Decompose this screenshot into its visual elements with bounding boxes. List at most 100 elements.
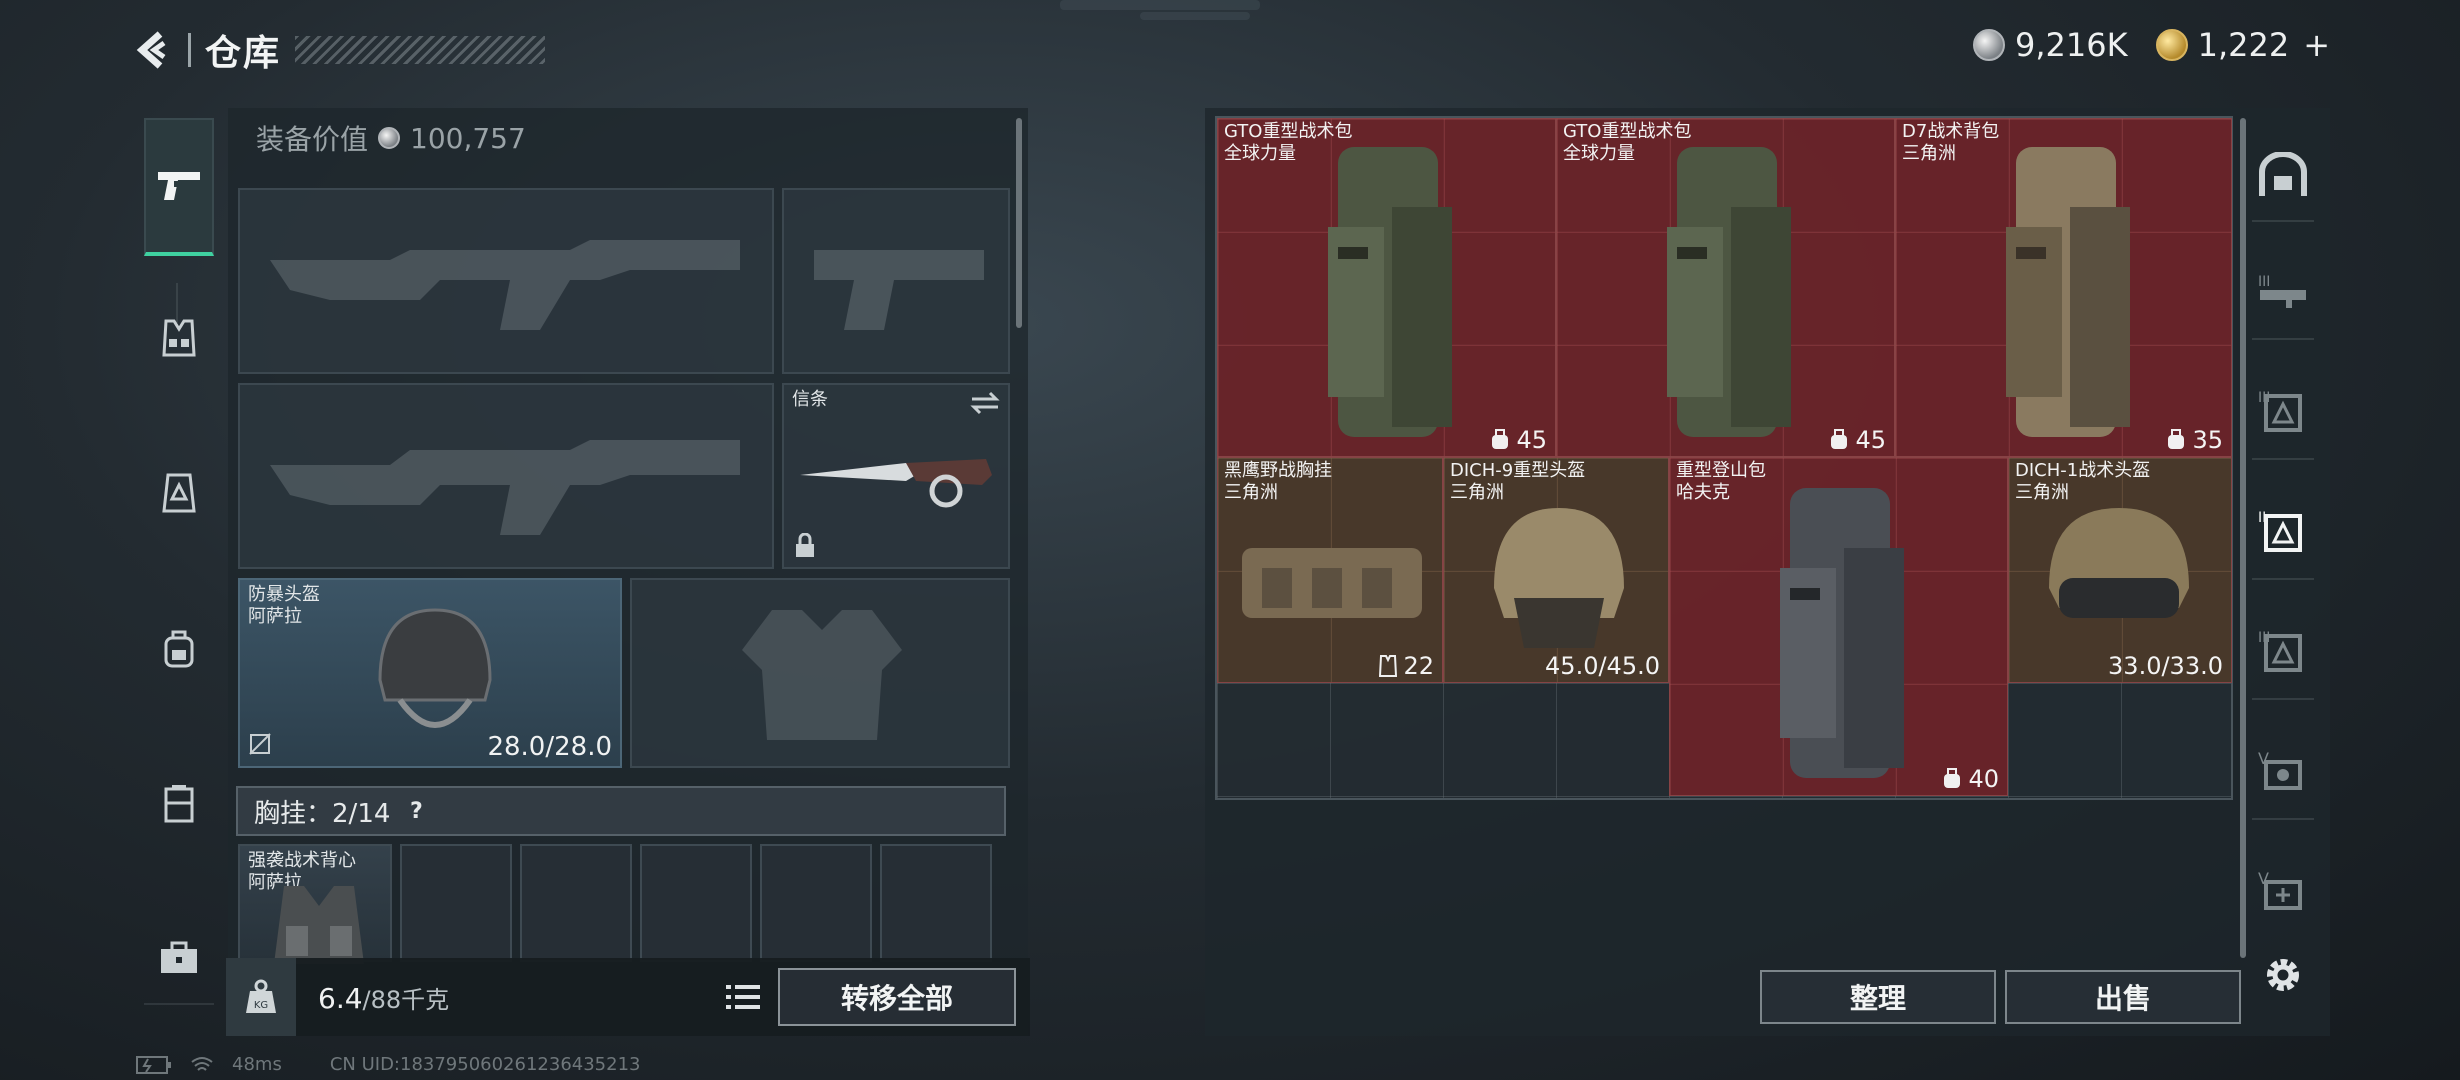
item-capacity: 45 xyxy=(1829,426,1886,454)
rifle-silhouette-icon xyxy=(270,240,740,330)
melee-slot-label: 信条 xyxy=(792,389,828,410)
sidearm-slot[interactable] xyxy=(782,188,1010,374)
item-name: 黑鹰野战胸挂 xyxy=(1224,460,1332,481)
riot-helmet-icon xyxy=(378,608,492,728)
armor-storage-icon: II xyxy=(2258,510,2302,552)
category-armor[interactable] xyxy=(144,453,214,533)
gold-coin-icon xyxy=(2155,29,2188,61)
capacity-icon xyxy=(1492,429,1509,449)
storage-grid[interactable]: GTO重型战术包 全球力量 45 GTO重型战术包 全球力量 45 D7战术背包 三角… xyxy=(1215,116,2233,800)
storage-tab-1[interactable]: III xyxy=(2250,255,2316,325)
item-brand: 三角洲 xyxy=(1450,482,1504,503)
item-durability: 45.0/45.0 xyxy=(1545,652,1660,680)
rig-pocket-slot[interactable] xyxy=(520,844,632,962)
armor-storage-icon: III xyxy=(2258,390,2302,432)
vest-capacity-icon xyxy=(1379,655,1398,677)
storage-item[interactable]: GTO重型战术包 全球力量 45 xyxy=(1556,118,1895,457)
item-name: DICH-1战术头盔 xyxy=(2015,460,2151,481)
rig-pocket-slot[interactable] xyxy=(760,844,872,962)
storage-tab-5[interactable]: V xyxy=(2250,735,2316,805)
storage-tab-6[interactable]: V xyxy=(2250,855,2316,925)
ceiling-light xyxy=(1140,12,1250,20)
rig-pocket-slot[interactable] xyxy=(640,844,752,962)
backpack-icon xyxy=(164,630,194,668)
equipment-value-label: 装备价值 xyxy=(256,123,369,156)
combat-knife-icon xyxy=(800,459,992,508)
silver-coin-icon xyxy=(1972,29,2005,61)
storage-tab-home[interactable] xyxy=(2250,140,2316,210)
chest-rig-name: 强袭战术背心 xyxy=(248,850,356,871)
carry-weight: 6.4/88千克 xyxy=(318,980,449,1015)
category-weapons[interactable] xyxy=(144,118,214,256)
rig-pocket-slot[interactable] xyxy=(880,844,992,962)
item-capacity: 45 xyxy=(1490,426,1547,454)
storage-item[interactable]: 黑鹰野战胸挂 三角洲 22 xyxy=(1217,457,1443,683)
storage-v-icon: V xyxy=(2258,749,2302,790)
current-weight: 6.4 xyxy=(318,981,363,1015)
item-name: DICH-9重型头盔 xyxy=(1450,460,1586,481)
storage-item[interactable]: DICH-1战术头盔 三角洲 33.0/33.0 xyxy=(2008,457,2232,683)
item-durability: 33.0/33.0 xyxy=(2108,652,2223,680)
body-armor-slot[interactable] xyxy=(630,578,1010,768)
chest-rig-slot[interactable]: 强袭战术背心 阿萨拉 xyxy=(238,844,392,964)
top-bar: 仓库 xyxy=(130,22,546,78)
tab-divider xyxy=(2252,698,2314,700)
svg-text:KG: KG xyxy=(254,1000,268,1011)
item-brand: 三角洲 xyxy=(2015,482,2069,503)
item-label: D7战术背包 三角洲 xyxy=(1902,121,1999,165)
primary-weapon-slot[interactable] xyxy=(238,188,774,374)
storage-tab-2[interactable]: III xyxy=(2250,375,2316,445)
armor-icon xyxy=(162,473,196,513)
sort-button[interactable]: 整理 xyxy=(1760,970,1996,1024)
item-brand: 三角洲 xyxy=(1902,143,1956,164)
add-currency-button[interactable]: + xyxy=(2303,26,2330,64)
category-case[interactable] xyxy=(144,763,214,843)
value-coin-icon xyxy=(378,127,401,149)
storage-item[interactable]: 重型登山包 哈夫克 40 xyxy=(1669,457,2008,796)
secondary-weapon-slot[interactable] xyxy=(238,383,774,569)
helmet-slot[interactable]: 防暴头盔 阿萨拉 28.0/28.0 xyxy=(238,578,622,768)
pistol-silhouette-icon xyxy=(814,250,984,330)
list-view-icon[interactable] xyxy=(722,976,764,1018)
category-toolbox[interactable] xyxy=(144,918,214,998)
item-brand: 哈夫克 xyxy=(1676,482,1730,503)
storage-v-icon: V xyxy=(2258,869,2302,910)
rail-divider xyxy=(144,1003,214,1005)
storage-item[interactable]: DICH-9重型头盔 三角洲 45.0/45.0 xyxy=(1443,457,1669,683)
armor-storage-icon: III xyxy=(2258,630,2302,672)
svg-text:III: III xyxy=(2258,274,2270,290)
item-name: D7战术背包 xyxy=(1902,121,2000,142)
storage-tab-4[interactable]: III xyxy=(2250,615,2316,685)
storage-item[interactable]: GTO重型战术包 全球力量 45 xyxy=(1217,118,1556,457)
tactical-vest-icon xyxy=(274,886,364,964)
melee-slot[interactable]: 信条 xyxy=(782,383,1010,569)
rifle-silhouette-icon xyxy=(270,440,740,535)
chest-rig-item-icon xyxy=(1242,548,1422,618)
rig-pocket-slot[interactable] xyxy=(400,844,512,962)
unequip-icon[interactable] xyxy=(248,732,272,756)
category-rig[interactable] xyxy=(144,298,214,378)
category-backpack[interactable] xyxy=(144,608,214,688)
heavy-helmet-item-icon xyxy=(1494,508,1624,648)
vest-icon xyxy=(162,319,196,357)
swap-icon[interactable] xyxy=(970,391,1000,415)
storage-tab-3-active[interactable]: II xyxy=(2250,495,2316,565)
tab-divider xyxy=(2252,458,2314,460)
currency-display: 9,216K 1,222 + xyxy=(1972,26,2330,64)
transfer-all-button[interactable]: 转移全部 xyxy=(778,968,1016,1026)
title-separator xyxy=(188,33,191,67)
sell-button[interactable]: 出售 xyxy=(2005,970,2241,1024)
storage-item[interactable]: D7战术背包 三角洲 35 xyxy=(1895,118,2232,457)
help-icon[interactable]: ? xyxy=(402,797,430,825)
item-label: DICH-1战术头盔 三角洲 xyxy=(2015,460,2150,504)
status-bar: 48ms CN UID:183795060261236435213 xyxy=(136,1054,641,1075)
gold-amount: 1,222 xyxy=(2197,26,2290,64)
tab-divider xyxy=(2252,578,2314,580)
capacity-icon xyxy=(1944,768,1961,788)
loadout-scrollbar[interactable] xyxy=(1016,118,1022,328)
weight-bar: KG 6.4/88千克 转移全部 xyxy=(226,958,1030,1036)
back-arrow-icon[interactable] xyxy=(130,26,178,74)
item-label: DICH-9重型头盔 三角洲 xyxy=(1450,460,1585,504)
settings-button[interactable] xyxy=(2250,940,2316,1010)
toolbox-icon xyxy=(161,941,197,973)
